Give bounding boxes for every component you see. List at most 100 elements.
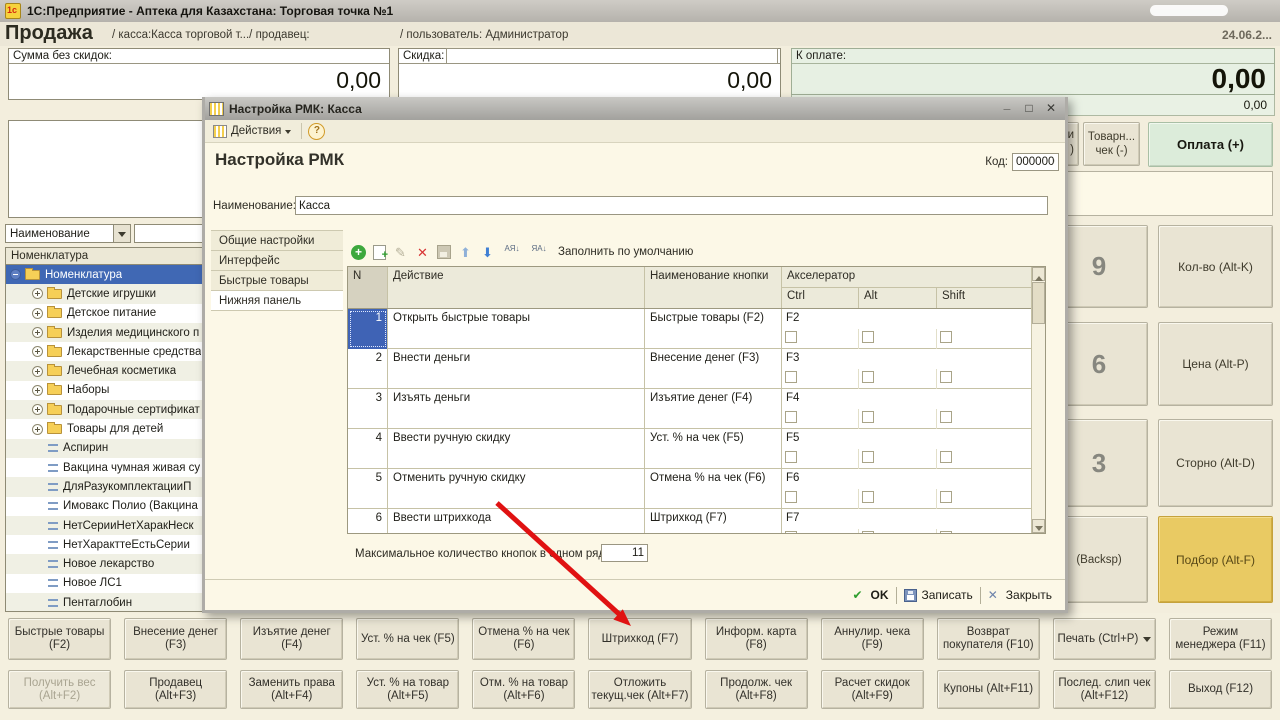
tree-item[interactable]: Подарочные сертификат [6, 400, 202, 419]
close-button[interactable]: Закрыть [981, 586, 1059, 604]
tree-item[interactable]: НетСерииНетХаракНеск [6, 516, 202, 535]
bottom-button[interactable]: Режим менеджера (F11) [1169, 618, 1272, 660]
ctrl-checkbox[interactable] [785, 491, 797, 503]
edit-icon[interactable] [393, 245, 408, 260]
move-down-icon[interactable] [480, 245, 495, 260]
bottom-button[interactable]: Отмена % на чек (F6) [472, 618, 575, 660]
alt-checkbox[interactable] [862, 451, 874, 463]
alt-checkbox[interactable] [862, 531, 874, 534]
expander-plus-icon[interactable] [32, 288, 43, 299]
bottom-button[interactable]: Продавец (Alt+F3) [124, 670, 227, 709]
table-row[interactable]: 3Изъять деньгиИзъятие денег (F4)F4 [348, 389, 1031, 429]
add-copy-icon[interactable] [373, 245, 386, 260]
alt-checkbox[interactable] [862, 491, 874, 503]
tab-1[interactable]: Общие настройки [211, 231, 343, 251]
expander-minus-icon[interactable] [10, 269, 21, 280]
expander-plus-icon[interactable] [32, 327, 43, 338]
sort-asc-icon[interactable]: АЯ↓ [502, 245, 522, 260]
bottom-button[interactable]: Отм. % на товар (Alt+F6) [472, 670, 575, 709]
shift-checkbox[interactable] [940, 411, 952, 423]
save-button[interactable]: Записать [897, 586, 980, 604]
close-icon[interactable] [1043, 102, 1059, 116]
alt-checkbox[interactable] [862, 331, 874, 343]
tree-item[interactable]: Номенклатура [6, 265, 202, 284]
table-row[interactable]: 4Ввести ручную скидкуУст. % на чек (F5)F… [348, 429, 1031, 469]
tree-item[interactable]: Товары для детей [6, 419, 202, 438]
bottom-button[interactable]: Продолж. чек (Alt+F8) [705, 670, 808, 709]
tree-item[interactable]: Изделия медицинского п [6, 323, 202, 342]
tree-item[interactable]: Наборы [6, 381, 202, 400]
tree-item[interactable]: НетХаракттеЕстьСерии [6, 535, 202, 554]
bottom-button[interactable]: Внесение денег (F3) [124, 618, 227, 660]
actions-menu[interactable]: Действия [209, 123, 295, 140]
dialog-titlebar[interactable]: Настройка РМК: Касса [205, 97, 1065, 120]
combo-dropdown-icon[interactable] [113, 225, 130, 242]
expander-plus-icon[interactable] [32, 346, 43, 357]
quantity-button[interactable]: Кол-во (Alt-K) [1158, 225, 1273, 308]
table-row[interactable]: 6Ввести штрихкодаШтрихкод (F7)F7 [348, 509, 1031, 534]
ctrl-checkbox[interactable] [785, 371, 797, 383]
code-input[interactable] [1012, 153, 1059, 171]
bottom-button[interactable]: Заменить права (Alt+F4) [240, 670, 343, 709]
scroll-down-icon[interactable] [1032, 519, 1045, 533]
max-buttons-input[interactable] [601, 544, 648, 562]
table-row[interactable]: 1Открыть быстрые товарыБыстрые товары (F… [348, 309, 1031, 349]
expander-plus-icon[interactable] [32, 404, 43, 415]
alt-checkbox[interactable] [862, 411, 874, 423]
commodity-cheque-button[interactable]: Товарн... чек (-) [1083, 122, 1140, 166]
bottom-button[interactable]: Изъятие денег (F4) [240, 618, 343, 660]
ctrl-checkbox[interactable] [785, 531, 797, 534]
expander-plus-icon[interactable] [32, 424, 43, 435]
table-scrollbar[interactable] [1031, 267, 1046, 533]
bottom-button[interactable]: Печать (Ctrl+P) [1053, 618, 1156, 660]
expander-plus-icon[interactable] [32, 366, 43, 377]
alt-checkbox[interactable] [862, 371, 874, 383]
shift-checkbox[interactable] [940, 491, 952, 503]
bottom-button[interactable]: Выход (F12) [1169, 670, 1272, 709]
tab-2[interactable]: Интерфейс [211, 251, 343, 271]
bottom-button[interactable]: Уст. % на товар (Alt+F5) [356, 670, 459, 709]
tree-item[interactable]: Аспирин [6, 439, 202, 458]
discount-input[interactable] [446, 48, 778, 64]
table-row[interactable]: 2Внести деньгиВнесение денег (F3)F3 [348, 349, 1031, 389]
bottom-button[interactable]: Отложить текущ.чек (Alt+F7) [588, 670, 691, 709]
scroll-up-icon[interactable] [1032, 267, 1045, 281]
product-select-button[interactable]: Подбор (Alt-F) [1158, 516, 1273, 603]
tree-item[interactable]: Новое ЛС1 [6, 574, 202, 593]
bottom-button[interactable]: Аннулир. чека (F9) [821, 618, 924, 660]
tree-item[interactable]: Пентаглобин [6, 593, 202, 612]
storno-button[interactable]: Сторно (Alt-D) [1158, 419, 1273, 507]
tree-item[interactable]: Детское питание [6, 304, 202, 323]
bottom-button[interactable]: Купоны (Alt+F11) [937, 670, 1040, 709]
save-icon[interactable] [437, 245, 451, 259]
bottom-button[interactable]: Уст. % на чек (F5) [356, 618, 459, 660]
minimize-icon[interactable] [999, 102, 1015, 116]
table-row[interactable]: 5Отменить ручную скидкуОтмена % на чек (… [348, 469, 1031, 509]
bottom-button[interactable]: Штрихкод (F7) [588, 618, 691, 660]
tree-item[interactable]: Лечебная косметика [6, 361, 202, 380]
bottom-button[interactable]: Расчет скидок (Alt+F9) [821, 670, 924, 709]
fill-default-button[interactable]: Заполнить по умолчанию [558, 246, 693, 258]
shift-checkbox[interactable] [940, 531, 952, 534]
name-filter-combo[interactable]: Наименование [5, 224, 131, 243]
ctrl-checkbox[interactable] [785, 331, 797, 343]
payment-button[interactable]: Оплата (+) [1148, 122, 1273, 167]
delete-icon[interactable] [415, 245, 430, 260]
add-icon[interactable] [351, 245, 366, 260]
ctrl-checkbox[interactable] [785, 411, 797, 423]
shift-checkbox[interactable] [940, 451, 952, 463]
ok-button[interactable]: OK [846, 586, 896, 604]
expander-plus-icon[interactable] [32, 308, 43, 319]
help-icon[interactable]: ? [308, 123, 325, 140]
scroll-thumb[interactable] [1032, 282, 1045, 324]
maximize-icon[interactable] [1021, 102, 1037, 116]
expander-plus-icon[interactable] [32, 385, 43, 396]
bottom-button[interactable]: Информ. карта (F8) [705, 618, 808, 660]
bottom-button[interactable]: Получить вес (Alt+F2) [8, 670, 111, 709]
bottom-button[interactable]: Послед. слип чек (Alt+F12) [1053, 670, 1156, 709]
shift-checkbox[interactable] [940, 331, 952, 343]
sort-desc-icon[interactable]: ЯА↓ [529, 245, 549, 260]
bottom-button[interactable]: Возврат покупателя (F10) [937, 618, 1040, 660]
tab-4[interactable]: Нижняя панель [211, 291, 343, 311]
bottom-button[interactable]: Быстрые товары (F2) [8, 618, 111, 660]
